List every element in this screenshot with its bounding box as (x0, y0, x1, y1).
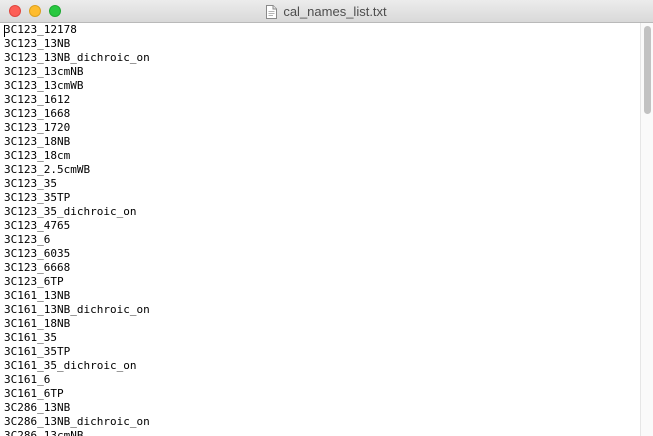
text-line[interactable]: 3C123_35 (4, 177, 640, 191)
text-line[interactable]: 3C123_6 (4, 233, 640, 247)
text-line[interactable]: 3C123_1720 (4, 121, 640, 135)
document-icon (266, 4, 278, 19)
text-line[interactable]: 3C161_13NB_dichroic_on (4, 303, 640, 317)
text-line[interactable]: 3C123_6668 (4, 261, 640, 275)
text-line[interactable]: 3C161_35TP (4, 345, 640, 359)
text-line[interactable]: 3C161_18NB (4, 317, 640, 331)
text-area[interactable]: 3C123_12178 3C123_13NB 3C123_13NB_dichroic… (0, 23, 640, 436)
text-line[interactable]: 3C123_35_dichroic_on (4, 205, 640, 219)
text-lines[interactable]: 3C123_12178 3C123_13NB 3C123_13NB_dichroic… (0, 23, 640, 436)
text-line[interactable]: 3C123_18cm (4, 149, 640, 163)
text-line[interactable]: 3C123_6035 (4, 247, 640, 261)
vertical-scrollbar[interactable] (640, 23, 653, 436)
text-line[interactable]: 3C123_6TP (4, 275, 640, 289)
text-line[interactable]: 3C123_1612 (4, 93, 640, 107)
text-line[interactable]: 3C123_2.5cmWB (4, 163, 640, 177)
text-line[interactable]: 3C161_13NB (4, 289, 640, 303)
scrollbar-thumb[interactable] (644, 26, 651, 114)
text-line[interactable]: 3C123_4765 (4, 219, 640, 233)
text-cursor (4, 25, 5, 37)
window-title-group: cal_names_list.txt (0, 0, 653, 23)
text-line[interactable]: 3C286_13NB_dichroic_on (4, 415, 640, 429)
text-line[interactable]: 3C123_1668 (4, 107, 640, 121)
text-line[interactable]: 3C161_6TP (4, 387, 640, 401)
text-line[interactable]: 3C161_6 (4, 373, 640, 387)
text-line[interactable]: 3C123_13NB (4, 37, 640, 51)
text-line[interactable]: 3C123_35TP (4, 191, 640, 205)
text-line[interactable]: 3C123_13NB_dichroic_on (4, 51, 640, 65)
text-editor-window: cal_names_list.txt 3C123_12178 3C123_13NB… (0, 0, 653, 436)
text-line[interactable]: 3C123_13cmNB (4, 65, 640, 79)
window-title: cal_names_list.txt (283, 4, 387, 19)
text-line[interactable]: 3C161_35 (4, 331, 640, 345)
text-line[interactable]: 3C286_13NB (4, 401, 640, 415)
title-bar[interactable]: cal_names_list.txt (0, 0, 653, 23)
text-line[interactable]: 3C161_35_dichroic_on (4, 359, 640, 373)
text-line[interactable]: 3C123_12178 (4, 23, 640, 37)
text-line[interactable]: 3C123_18NB (4, 135, 640, 149)
text-line[interactable]: 3C123_13cmWB (4, 79, 640, 93)
text-line[interactable]: 3C286_13cmNB (4, 429, 640, 436)
